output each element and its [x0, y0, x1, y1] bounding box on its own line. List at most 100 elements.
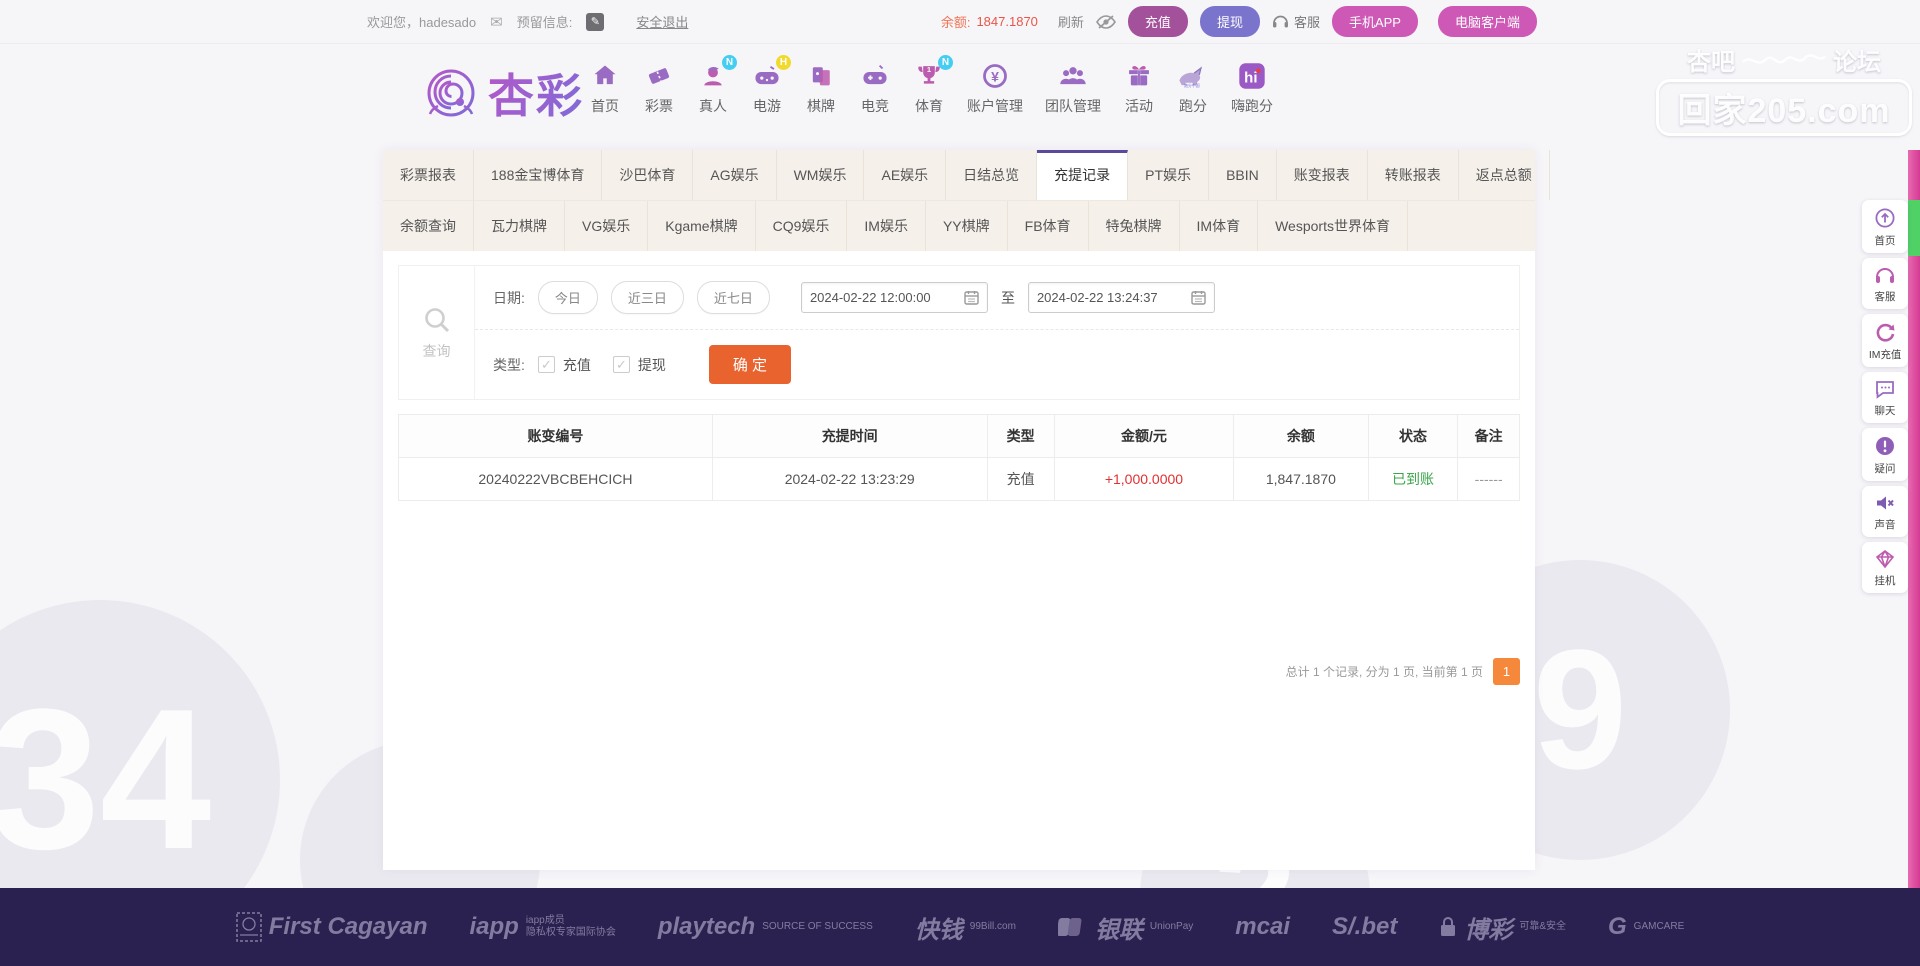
customer-service-link[interactable]: 客服 — [1272, 12, 1320, 31]
nav-item-5[interactable]: 棋牌 — [794, 56, 848, 120]
quick-range-近七日[interactable]: 近七日 — [696, 281, 770, 314]
tab-彩票报表[interactable]: 彩票报表 — [383, 150, 474, 200]
sidebar-item-首页[interactable]: 首页 — [1862, 200, 1908, 253]
footer-logo-subtext: 可靠&安全 — [1519, 920, 1566, 932]
page-root: { "topbar": { "welcome": "欢迎您，hadesado",… — [0, 0, 1920, 966]
sidebar-item-聊天[interactable]: 聊天 — [1862, 372, 1908, 423]
tab-AG娱乐[interactable]: AG娱乐 — [693, 150, 777, 200]
tab-AE娱乐[interactable]: AE娱乐 — [864, 150, 947, 200]
footer-logo-gamcare: G GAMCARE — [1608, 913, 1684, 941]
tab-账变报表[interactable]: 账变报表 — [1277, 150, 1368, 200]
tab-特兔棋牌[interactable]: 特兔棋牌 — [1089, 201, 1180, 251]
col-header-充提时间: 充提时间 — [711, 414, 988, 458]
badge-N: N — [938, 55, 953, 70]
footer-logo-subtext: 99Bill.com — [969, 920, 1016, 932]
withdraw-button[interactable]: 提现 — [1199, 6, 1260, 37]
tab-沙巴体育[interactable]: 沙巴体育 — [602, 150, 694, 200]
hi-app-icon: hi — [1237, 61, 1267, 91]
nav-item-label: 棋牌 — [807, 98, 835, 114]
sidebar-item-客服[interactable]: 客服 — [1862, 258, 1908, 309]
scrollbar-track[interactable] — [1908, 150, 1920, 966]
tab-188金宝博体育[interactable]: 188金宝博体育 — [474, 150, 603, 200]
logout-link[interactable]: 安全退出 — [636, 12, 688, 31]
nav-item-12[interactable]: hi 嗨跑分 — [1220, 56, 1284, 120]
mobile-app-button[interactable]: 手机APP — [1331, 6, 1418, 37]
quick-sidebar: 首页 客服 IM充值 聊天 疑问 声音 挂机 — [1862, 200, 1908, 593]
sidebar-item-声音[interactable]: 声音 — [1862, 486, 1908, 537]
tab-FB体育[interactable]: FB体育 — [1008, 201, 1089, 251]
calendar-icon[interactable] — [964, 290, 979, 305]
sound-muted-icon — [1874, 493, 1896, 513]
eye-slash-icon[interactable] — [1095, 14, 1116, 29]
tab-Kgame棋牌[interactable]: Kgame棋牌 — [648, 201, 756, 251]
type-option-提现[interactable]: ✓ 提现 — [612, 355, 666, 375]
page-1-button[interactable]: 1 — [1493, 658, 1520, 685]
tab-WM娱乐[interactable]: WM娱乐 — [777, 150, 865, 200]
ticket-icon — [645, 62, 673, 90]
nav-item-11[interactable]: 跑分中国 跑分 — [1166, 56, 1220, 120]
footer-logo-text: S/.bet — [1331, 913, 1398, 940]
nav-item-9[interactable]: 团队管理 — [1034, 56, 1112, 120]
date-from-input[interactable] — [809, 290, 958, 305]
nav-item-8[interactable]: ¥ 账户管理 — [956, 56, 1034, 120]
tab-PT娱乐[interactable]: PT娱乐 — [1128, 150, 1210, 200]
footer-logo-first-cagayan: First Cagayan — [236, 912, 427, 942]
tab-返点总额[interactable]: 返点总额 — [1459, 150, 1550, 200]
nav-item-label: 电竞 — [861, 98, 889, 114]
tab-充提记录[interactable]: 充提记录 — [1037, 150, 1129, 200]
nav-item-label: 首页 — [591, 98, 619, 114]
confirm-button[interactable]: 确 定 — [708, 345, 792, 384]
quick-range-今日[interactable]: 今日 — [537, 281, 598, 314]
nav-item-6[interactable]: 电竞 — [848, 56, 902, 120]
tab-CQ9娱乐[interactable]: CQ9娱乐 — [756, 201, 848, 251]
date-label: 日期: — [493, 289, 525, 306]
sidebar-item-疑问[interactable]: 疑问 — [1862, 428, 1908, 481]
tab-瓦力棋牌[interactable]: 瓦力棋牌 — [474, 201, 565, 251]
tab-YY棋牌[interactable]: YY棋牌 — [926, 201, 1008, 251]
nav-item-3[interactable]: N 真人 — [686, 55, 740, 120]
footer-logo-subtext: GAMCARE — [1633, 920, 1685, 932]
edit-icon[interactable]: ✎ — [586, 12, 605, 31]
home-icon — [591, 62, 619, 90]
tabbar-row1: 彩票报表 188金宝博体育 沙巴体育 AG娱乐 WM娱乐 AE娱乐 日结总览 充提记录 PT娱乐… — [383, 150, 1550, 200]
date-from-field[interactable] — [800, 282, 988, 313]
tab-VG娱乐[interactable]: VG娱乐 — [565, 201, 649, 251]
footer-logo-subtext: UnionPay — [1149, 920, 1194, 932]
tab-余额查询[interactable]: 余额查询 — [383, 201, 474, 251]
pc-client-button[interactable]: 电脑客户端 — [1437, 6, 1537, 37]
footer-logo-99bill: 快钱 99Bill.com — [915, 910, 1016, 945]
nav-item-1[interactable]: 首页 — [578, 56, 632, 120]
type-label: 类型: — [493, 356, 525, 373]
tab-转账报表[interactable]: 转账报表 — [1368, 150, 1459, 200]
scrollbar-thumb[interactable] — [1908, 200, 1920, 256]
sidebar-item-挂机[interactable]: 挂机 — [1862, 542, 1908, 593]
tab-IM娱乐[interactable]: IM娱乐 — [847, 201, 926, 251]
type-option-充值[interactable]: ✓ 充值 — [537, 355, 591, 375]
calendar-icon[interactable] — [1191, 290, 1206, 305]
quick-range-近三日[interactable]: 近三日 — [610, 281, 684, 314]
checkbox-icon[interactable]: ✓ — [612, 356, 630, 373]
sidebar-item-label: 首页 — [1874, 235, 1896, 247]
nav-item-7[interactable]: 1 N 体育 — [902, 55, 956, 120]
footer-logo-subtext: iapp成员 隐私权专家国际协会 — [525, 914, 616, 939]
sidebar-item-IM充值[interactable]: IM充值 — [1862, 314, 1908, 367]
date-to-input[interactable] — [1036, 290, 1185, 305]
nav-item-2[interactable]: 彩票 — [632, 56, 686, 120]
tab-Wesports世界体育[interactable]: Wesports世界体育 — [1258, 201, 1408, 251]
nav-item-10[interactable]: 活动 — [1112, 56, 1166, 120]
tab-IM体育[interactable]: IM体育 — [1180, 201, 1259, 251]
col-header-类型: 类型 — [986, 414, 1055, 458]
badge-N: N — [722, 55, 737, 70]
nav-item-label: 彩票 — [645, 98, 673, 114]
checkbox-icon[interactable]: ✓ — [537, 356, 555, 373]
refresh-link[interactable]: 刷新 — [1058, 12, 1084, 31]
cell-状态: 已到账 — [1367, 457, 1459, 501]
mail-icon[interactable]: ✉ — [490, 13, 503, 31]
date-to-field[interactable] — [1027, 282, 1215, 313]
tab-日结总览[interactable]: 日结总览 — [946, 150, 1038, 200]
col-header-备注: 备注 — [1457, 414, 1520, 458]
nav-item-4[interactable]: H 电游 — [740, 55, 794, 120]
brand-logo[interactable]: 杏彩 — [420, 60, 584, 126]
tab-BBIN[interactable]: BBIN — [1209, 150, 1277, 200]
recharge-button[interactable]: 充值 — [1127, 6, 1188, 37]
